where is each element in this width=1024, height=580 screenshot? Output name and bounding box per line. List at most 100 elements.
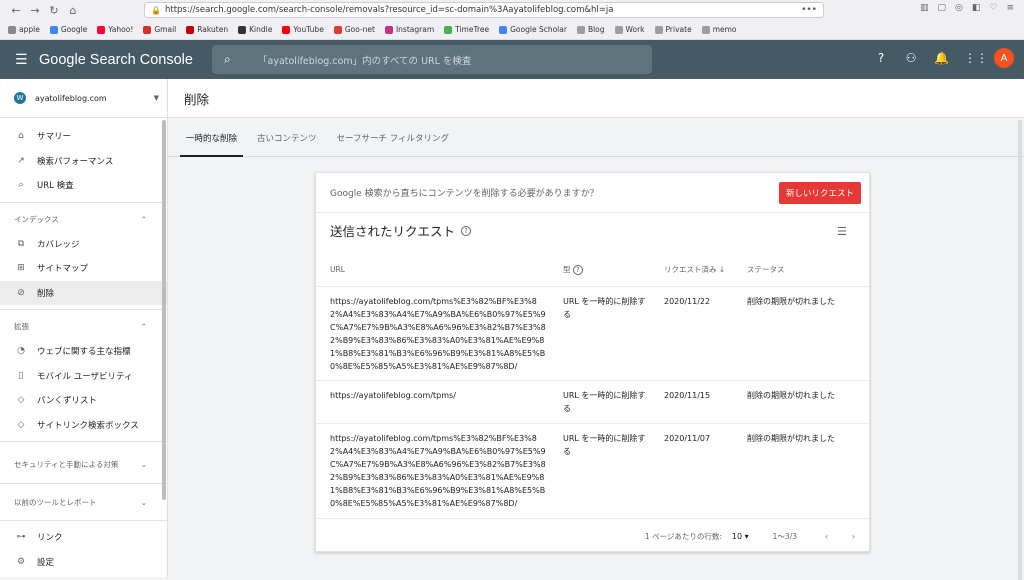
help-circle-icon[interactable]: ? — [572, 265, 583, 275]
table-row[interactable]: https://ayatolifeblog.com/tpms/URL を一時的に… — [316, 381, 869, 424]
library-icon[interactable]: ▥ — [920, 3, 929, 13]
section-index[interactable]: インデックス ⌃ — [0, 207, 167, 232]
bookmark-item[interactable]: Yahoo! — [97, 25, 133, 34]
cell-status: 削除の期限が切れました — [747, 434, 835, 443]
bookmark-item[interactable]: memo — [701, 25, 737, 34]
section-security-label: セキュリティと手動による対策 — [14, 460, 119, 469]
sort-arrow-icon: ↓ — [718, 265, 726, 274]
sidebar-item[interactable]: ⌂ サマリー — [0, 124, 167, 149]
bookmark-label: apple — [19, 25, 40, 34]
bookmark-item[interactable]: Instagram — [384, 25, 434, 34]
main-scrollbar[interactable] — [1018, 120, 1022, 580]
tab-1[interactable]: 古いコンテンツ — [247, 120, 327, 156]
sidebar-item[interactable]: ⚙ 設定 — [0, 550, 167, 575]
sidebar-item-label: カバレッジ — [37, 239, 80, 250]
bookmark-favicon-icon — [143, 25, 152, 34]
filter-icon[interactable]: ☰ — [837, 225, 847, 238]
manage-users-icon[interactable]: ⚇ — [904, 51, 918, 65]
bookmark-item[interactable]: Work — [614, 25, 645, 34]
collapse-icon: ⌃ — [140, 214, 147, 224]
tab-0[interactable]: 一時的な削除 — [176, 120, 247, 157]
sidebar-item[interactable]: ⊞ サイトマップ — [0, 256, 167, 281]
sidebar: W ayatolifeblog.com ▼ ⌂ サマリー ↗ 検索パフォーマンス ⌕ UR… — [0, 79, 168, 577]
app-logo[interactable]: Google Search Console — [39, 52, 193, 68]
table-row[interactable]: https://ayatolifeblog.com/tpms%E3%82%BF%… — [316, 424, 869, 519]
menu-icon[interactable]: ≡ — [1006, 3, 1014, 13]
url-inspection-search[interactable]: ⌕ 「ayatolifeblog.com」内のすべての URL を検査 — [212, 45, 652, 74]
rows-per-page-select[interactable]: 10 ▾ — [732, 532, 749, 541]
bookmark-item[interactable]: Blog — [576, 25, 605, 34]
section-security[interactable]: セキュリティと手動による対策 ⌄ — [0, 446, 167, 479]
sidebar-scrollbar[interactable] — [162, 120, 166, 500]
bookmark-label: Rakuten — [197, 25, 229, 34]
bookmark-favicon-icon — [333, 25, 342, 34]
sidebar-item[interactable]: ◇ サイトリンク検索ボックス — [0, 413, 167, 438]
bookmark-item[interactable]: YouTube — [282, 25, 324, 34]
col-date[interactable]: リクエスト済み ↓ — [650, 264, 733, 275]
help-circle-icon[interactable]: ? — [461, 225, 472, 236]
sidebar-item[interactable]: ▯ モバイル ユーザビリティ — [0, 364, 167, 389]
reload-icon[interactable]: ↻ — [46, 2, 62, 18]
requests-title: 送信されたリクエスト ? — [330, 221, 472, 240]
sidebar-item[interactable]: ⊶ リンク — [0, 525, 167, 550]
table-row[interactable]: https://ayatolifeblog.com/tpms%E3%82%BF%… — [316, 287, 869, 381]
page-actions-icon[interactable]: ••• — [801, 5, 817, 15]
bookmark-label: Google Scholar — [510, 25, 567, 34]
bookmark-item[interactable]: Kindle — [238, 25, 272, 34]
extension-icon[interactable]: ◧ — [972, 3, 981, 13]
search-placeholder[interactable]: 「ayatolifeblog.com」内のすべての URL を検査 — [258, 53, 471, 67]
next-page-icon[interactable]: › — [852, 532, 855, 541]
bookmark-item[interactable]: Rakuten — [186, 25, 228, 34]
divider — [0, 309, 167, 310]
lock-icon: 🔒 — [151, 5, 161, 15]
apps-grid-icon[interactable]: ⋮⋮ — [964, 51, 988, 65]
banner-text: Google 検索から直ちにコンテンツを削除する必要がありますか？ — [330, 189, 599, 199]
hamburger-menu-icon[interactable]: ☰ — [15, 52, 29, 68]
shield-icon[interactable]: ♡ — [989, 3, 997, 13]
bookmark-item[interactable]: TimeTree — [444, 25, 489, 34]
sidebar-item-label: リンク — [37, 533, 63, 544]
tab-2[interactable]: セーフサーチ フィルタリング — [327, 120, 460, 156]
sidebar-icon[interactable]: ▢ — [937, 3, 946, 13]
section-index-label: インデックス — [14, 214, 59, 224]
sidebar-item[interactable]: ⊘ 削除 — [0, 280, 167, 305]
back-icon[interactable]: ← — [8, 2, 24, 18]
home-icon[interactable]: ⌂ — [65, 2, 81, 18]
sidebar-item-label: 設定 — [37, 557, 55, 568]
avatar[interactable]: A — [994, 48, 1014, 68]
screenshot-icon[interactable]: ◎ — [955, 3, 963, 13]
notifications-bell-icon[interactable]: 🔔 — [934, 51, 949, 65]
cell-date: 2020/11/07 — [664, 434, 711, 443]
cell-type: URL を一時的に削除する — [563, 297, 646, 319]
property-selector[interactable]: W ayatolifeblog.com ▼ — [0, 79, 167, 118]
bookmark-item[interactable]: Private — [654, 25, 692, 34]
sidebar-item[interactable]: ↗ 検索パフォーマンス — [0, 149, 167, 174]
col-type[interactable]: 型 ? — [549, 264, 650, 275]
bookmark-item[interactable]: Google — [49, 25, 87, 34]
bookmark-item[interactable]: Google Scholar — [499, 25, 567, 34]
sidebar-item-icon: ◇ — [17, 395, 25, 406]
sidebar-item-icon: ⊶ — [16, 532, 26, 543]
forward-icon[interactable]: → — [27, 2, 43, 18]
new-request-button[interactable]: 新しいリクエスト — [778, 182, 861, 204]
section-ext[interactable]: 拡張 ⌃ — [0, 314, 167, 339]
bookmark-favicon-icon — [8, 25, 16, 34]
help-icon[interactable]: ? — [874, 51, 888, 65]
sidebar-item[interactable]: ◇ パンくずリスト — [0, 388, 167, 413]
address-bar[interactable]: 🔒 https://search.google.com/search-conso… — [144, 2, 824, 18]
sidebar-item[interactable]: ⧉ カバレッジ — [0, 232, 167, 257]
collapse-icon: ⌃ — [140, 322, 147, 331]
rows-per-page-label: 1 ページあたりの行数: — [644, 531, 722, 541]
expand-icon: ⌄ — [140, 497, 147, 507]
property-name: ayatolifeblog.com — [35, 93, 107, 103]
sidebar-item-icon: ⊘ — [17, 287, 25, 298]
sidebar-item[interactable]: ◔ ウェブに関する主な指標 — [0, 339, 167, 364]
bookmark-item[interactable]: apple — [8, 25, 40, 34]
section-legacy[interactable]: 以前のツールとレポート ⌄ — [0, 488, 167, 516]
address-url[interactable]: https://search.google.com/search-console… — [165, 5, 801, 15]
col-status: ステータス — [747, 265, 785, 274]
bookmark-item[interactable]: Goo-net — [333, 25, 375, 34]
bookmark-item[interactable]: Gmail — [143, 25, 176, 34]
prev-page-icon[interactable]: ‹ — [825, 532, 828, 541]
sidebar-item[interactable]: ⌕ URL 検査 — [0, 173, 167, 198]
